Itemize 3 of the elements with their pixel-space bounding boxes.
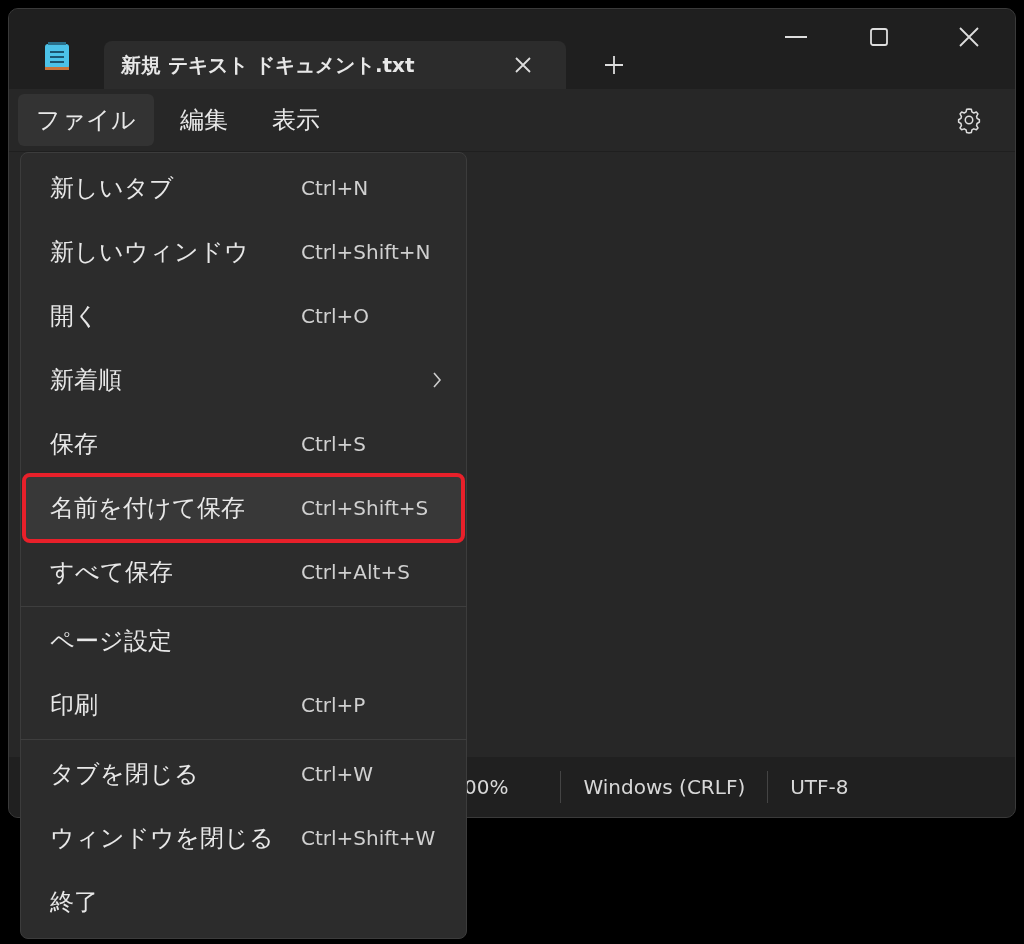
tab-title: 新規 テキスト ドキュメント.txt	[121, 52, 416, 79]
status-text: UTF-8	[790, 774, 849, 801]
status-text: Windows (CRLF)	[583, 774, 746, 801]
